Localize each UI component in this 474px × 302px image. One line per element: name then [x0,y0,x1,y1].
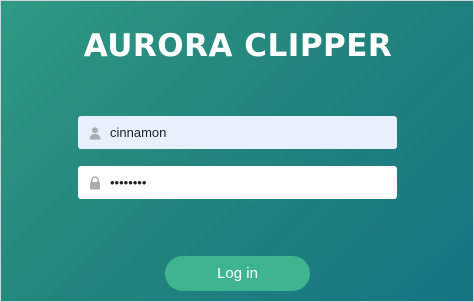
password-input[interactable] [110,172,380,193]
username-field[interactable] [78,116,397,149]
login-screen: AURORA CLIPPER Log in [0,0,474,302]
login-button[interactable]: Log in [165,256,310,291]
username-input[interactable] [110,122,380,143]
app-title: AURORA CLIPPER [83,28,393,64]
user-icon [89,126,101,139]
lock-icon [90,175,100,189]
password-field[interactable] [78,166,397,199]
